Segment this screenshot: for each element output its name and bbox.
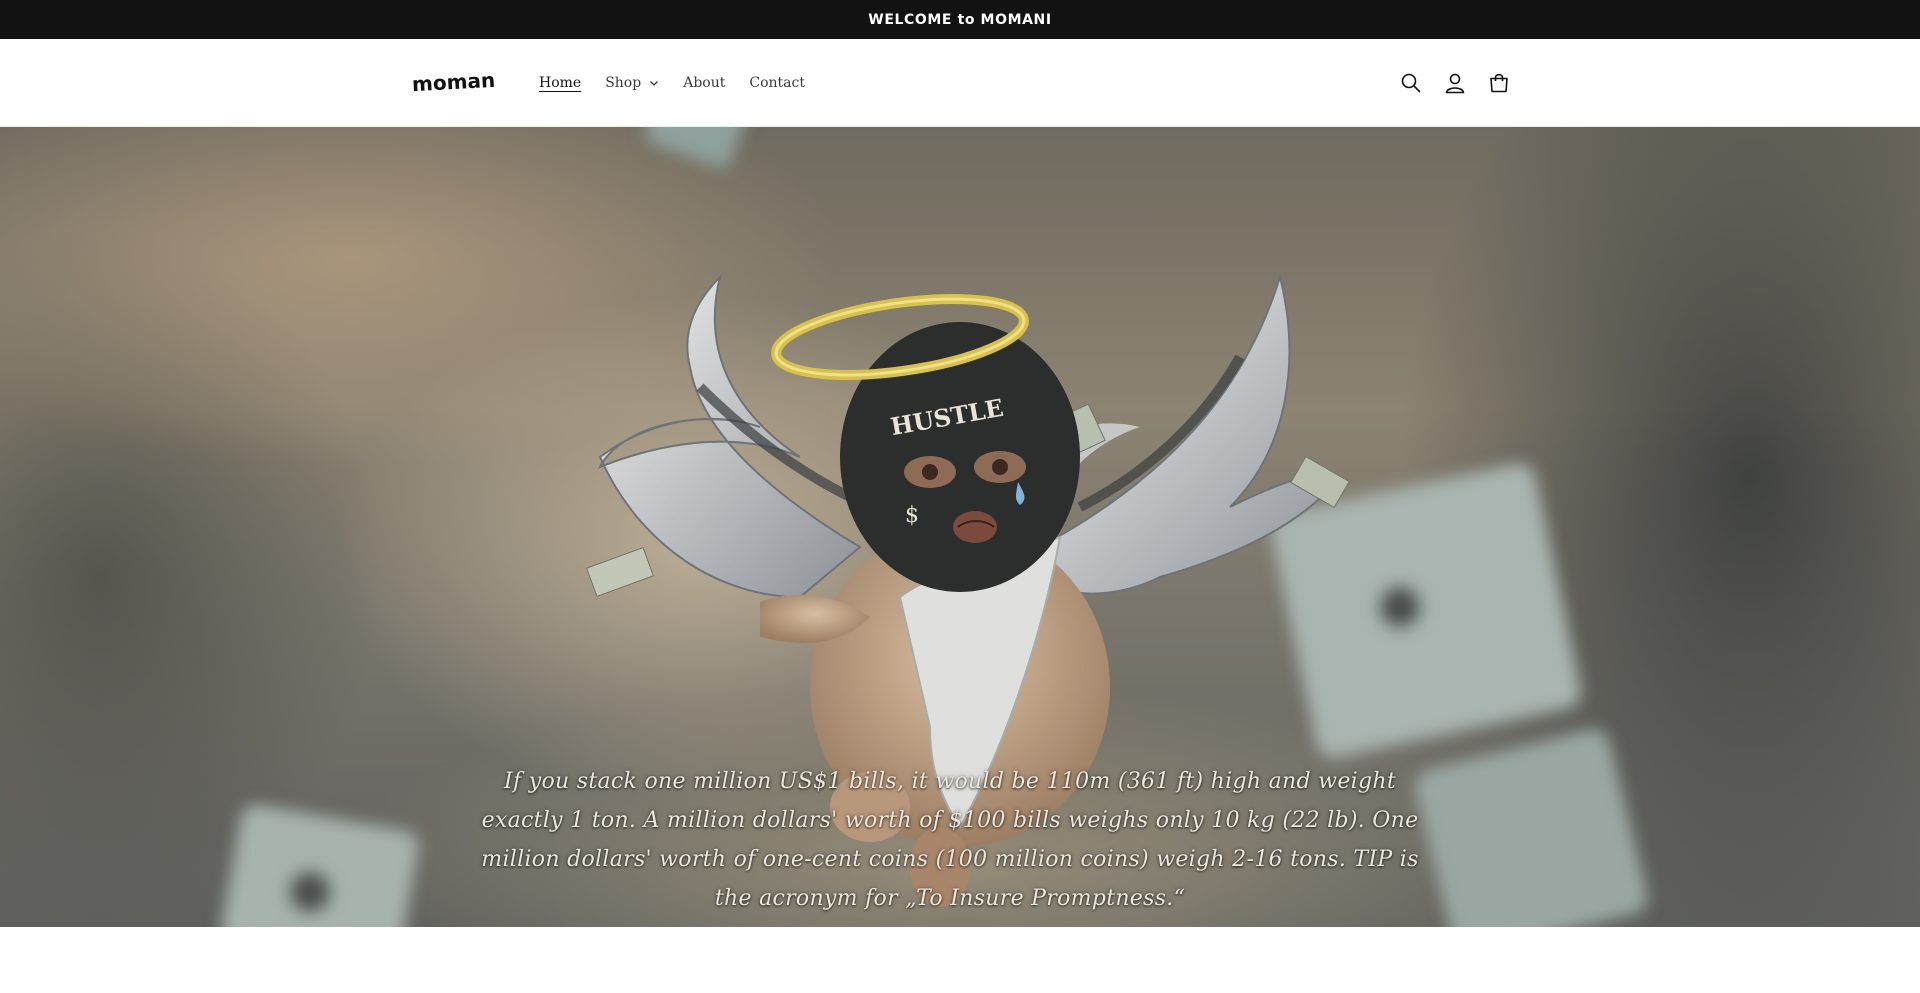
nav-item-home[interactable]: Home [539,75,581,91]
header-icons [1389,39,1521,127]
search-icon [1401,73,1421,93]
mask-symbol: $ [905,503,919,528]
nav-item-label: Shop [605,75,642,91]
announcement-text: WELCOME to MOMANI [868,11,1052,28]
hero-banner: $ HUSTLE If you stack one million US$1 b… [0,127,1920,927]
main-nav: Home Shop About Contact [539,39,829,127]
logo-mark: momani [412,69,496,95]
cart-button[interactable] [1477,61,1521,105]
search-button[interactable] [1389,61,1433,105]
announcement-bar: WELCOME to MOMANI [0,0,1920,39]
nav-item-label: Home [539,75,582,91]
chevron-down-icon [650,81,659,86]
account-icon [1445,73,1465,94]
account-button[interactable] [1433,61,1477,105]
logo[interactable]: momani [412,69,496,95]
cart-icon [1490,73,1508,93]
nav-item-label: About [683,75,726,91]
hero-caption: If you stack one million US$1 bills, it … [481,769,1419,911]
nav-item-contact[interactable]: Contact [749,75,805,91]
site-header: momani Home Shop About Contact [0,39,1920,127]
nav-item-label: Contact [749,75,805,91]
nav-item-about[interactable]: About [683,75,725,91]
nav-item-shop[interactable]: Shop [605,75,659,91]
logo-text: momani [412,69,496,95]
